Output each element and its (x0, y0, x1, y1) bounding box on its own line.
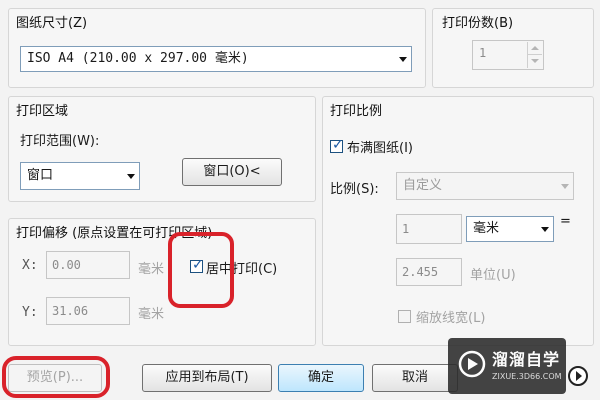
center-print-highlight-ring (168, 232, 234, 308)
paper-size-dropdown[interactable]: ISO A4 (210.00 x 297.00 毫米) (20, 46, 412, 72)
chevron-right-icon (576, 371, 582, 381)
window-select-button[interactable]: 窗口(O)< (182, 158, 282, 186)
scale-unit-value: 毫米 (473, 221, 500, 236)
fit-to-paper-checkbox[interactable]: ✓ (330, 137, 344, 153)
copies-title: 打印份数(B) (442, 16, 514, 31)
chevron-down-icon (561, 184, 569, 189)
y-offset-label: Y: (22, 305, 38, 320)
preview-highlight-ring (2, 356, 110, 398)
scale-equals-sign: = (560, 214, 571, 229)
y-offset-input[interactable]: 31.06 (46, 297, 130, 325)
x-offset-unit: 毫米 (138, 262, 165, 277)
copies-stepper[interactable]: 1 (472, 40, 544, 70)
units-label: 单位(U) (470, 268, 516, 283)
watermark-badge: 溜溜自学 ZIXUE.3D66.COM (448, 338, 566, 394)
chevron-down-icon (399, 57, 407, 62)
scale-label: 比例(S): (330, 182, 379, 197)
copies-value: 1 (479, 46, 487, 60)
print-range-dropdown[interactable]: 窗口 (20, 162, 140, 190)
stepper-down-button[interactable] (527, 54, 542, 68)
scale-lineweights-label: 缩放线宽(L) (416, 311, 486, 326)
scale-dropdown[interactable]: 自定义 (396, 172, 574, 200)
print-range-value: 窗口 (27, 168, 54, 183)
help-arrow-button[interactable] (568, 366, 588, 386)
chevron-up-icon (531, 46, 539, 50)
x-offset-input[interactable]: 0.00 (46, 251, 130, 279)
checkmark-icon: ✓ (332, 137, 344, 153)
scale-value: 自定义 (403, 178, 443, 193)
print-scale-title: 打印比例 (330, 104, 383, 119)
paper-size-value: ISO A4 (210.00 x 297.00 毫米) (27, 51, 249, 66)
scale-value1-input[interactable]: 1 (396, 214, 462, 244)
scale-value2-input[interactable]: 2.455 (396, 258, 462, 286)
watermark-url: ZIXUE.3D66.COM (492, 372, 562, 381)
cancel-button[interactable]: 取消 (372, 364, 458, 392)
print-range-label: 打印范围(W): (20, 134, 100, 149)
watermark-logo-icon (458, 350, 486, 378)
fit-to-paper-label: 布满图纸(I) (347, 141, 413, 156)
y-offset-unit: 毫米 (138, 307, 165, 322)
chevron-down-icon (127, 174, 135, 179)
chevron-down-icon (541, 227, 549, 232)
print-area-title: 打印区域 (16, 104, 69, 119)
apply-to-layout-button[interactable]: 应用到布局(T) (142, 364, 272, 392)
ok-button[interactable]: 确定 (278, 364, 364, 392)
paper-size-title: 图纸尺寸(Z) (16, 16, 88, 31)
scale-lineweights-checkbox[interactable] (398, 310, 411, 323)
chevron-down-icon (531, 59, 539, 63)
watermark-name: 溜溜自学 (492, 350, 561, 369)
scale-unit-dropdown[interactable]: 毫米 (466, 216, 554, 242)
x-offset-label: X: (22, 258, 38, 273)
